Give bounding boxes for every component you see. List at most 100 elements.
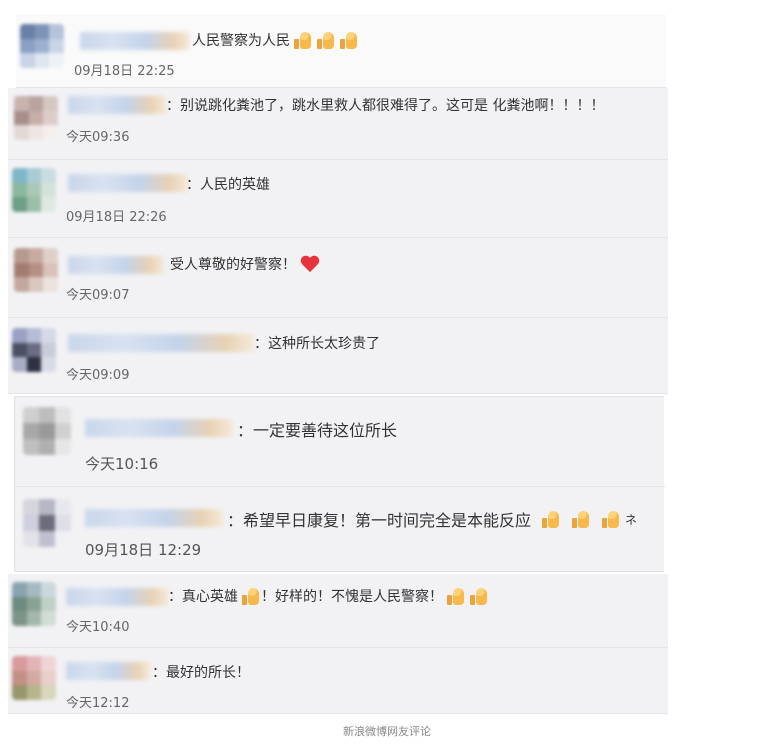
comment-time: 09月18日 12:29: [85, 541, 202, 559]
thumbs-up-icon: [241, 587, 261, 605]
avatar-pixel: [14, 125, 29, 140]
comment-time: 09月18日 22:26: [66, 210, 167, 225]
avatar[interactable]: [12, 656, 56, 700]
avatar-pixel: [12, 182, 27, 198]
avatar-pixel: [41, 670, 56, 686]
comment-card: 受人尊敬的好警察！ 今天09:07: [8, 238, 668, 318]
thumbs-up-icon: [293, 31, 313, 49]
avatar-pixel: [49, 53, 64, 68]
avatar-pixel: [12, 611, 27, 626]
avatar-pixel: [39, 499, 55, 515]
thumbs-up-icon: [469, 587, 489, 605]
avatar-pixel: [41, 611, 56, 626]
username[interactable]: [68, 96, 166, 114]
avatar[interactable]: [12, 582, 56, 626]
avatar-pixel: [39, 423, 55, 439]
comment-text: ：这种所长太珍贵了: [254, 336, 380, 352]
avatar-pixel: [23, 515, 39, 531]
avatar-pixel: [41, 182, 56, 198]
avatar[interactable]: [14, 248, 58, 292]
comment-card: ：希望早日康复！第一时间完全是本能反应 ネ 09月18日 12:29: [15, 487, 665, 573]
image-caption: 新浪微博网友评论: [343, 725, 431, 738]
avatar-pixel: [23, 423, 39, 439]
avatar-pixel: [39, 439, 55, 455]
thumbs-up-icon: [339, 31, 359, 49]
comment-time: 今天10:16: [85, 455, 159, 473]
thumbs-up-icon: [571, 510, 591, 528]
avatar[interactable]: [14, 96, 58, 140]
avatar-pixel: [12, 197, 27, 212]
avatar-pixel: [20, 38, 35, 54]
avatar-pixel: [41, 596, 56, 612]
avatar-pixel: [55, 499, 71, 515]
avatar-pixel: [49, 38, 64, 54]
avatar-pixel: [23, 407, 39, 423]
avatar-pixel: [43, 96, 58, 111]
thumbs-up-icon: [541, 510, 561, 528]
avatar-pixel: [14, 248, 29, 263]
comment-card: ：一定要善待这位所长 今天10:16: [15, 397, 665, 487]
avatar-pixel: [28, 248, 44, 263]
avatar-pixel: [26, 357, 42, 372]
avatar-pixel: [41, 197, 56, 212]
avatar-pixel: [12, 670, 27, 686]
username[interactable]: [68, 256, 164, 274]
avatar-pixel: [41, 685, 56, 700]
avatar-pixel: [23, 499, 39, 515]
avatar[interactable]: [23, 499, 71, 547]
avatar-pixel: [12, 168, 27, 183]
comment-card: ：人民的英雄 09月18日 22:26: [8, 160, 668, 238]
comment-card: ：最好的所长！ 今天12:12: [8, 648, 668, 714]
username[interactable]: [66, 662, 150, 680]
thumbs-up-icon: [446, 587, 466, 605]
username[interactable]: [80, 32, 190, 50]
avatar-pixel: [28, 277, 44, 292]
avatar-pixel: [26, 168, 42, 183]
avatar[interactable]: [23, 407, 71, 455]
comment-text: ：真心英雄 ！好样的！不愧是人民警察！: [168, 586, 489, 606]
username[interactable]: [68, 174, 188, 192]
avatar-pixel: [12, 596, 27, 612]
avatar-pixel: [28, 262, 44, 278]
avatar-pixel: [14, 277, 29, 292]
avatar-pixel: [26, 197, 42, 212]
avatar-pixel: [26, 342, 42, 358]
thumbs-up-icon: [601, 510, 621, 528]
avatar-pixel: [34, 38, 50, 54]
avatar-pixel: [26, 182, 42, 198]
avatar-pixel: [23, 439, 39, 455]
avatar-pixel: [23, 531, 39, 547]
comment-text: 人民警察为人民: [192, 30, 359, 50]
avatar-pixel: [39, 515, 55, 531]
avatar-pixel: [26, 582, 42, 597]
username[interactable]: [68, 334, 254, 352]
avatar-pixel: [55, 531, 71, 547]
thumbs-up-icon: [316, 31, 336, 49]
avatar-pixel: [20, 24, 35, 39]
username[interactable]: [85, 419, 233, 437]
avatar-pixel: [12, 685, 27, 700]
comment-card: ：别说跳化粪池了，跳水里救人都很难得了。这可是 化粪池啊！！！！ 今天09:36: [8, 88, 668, 160]
avatar-pixel: [41, 168, 56, 183]
comment-text: ：希望早日康复！第一时间完全是本能反应 ネ: [227, 510, 638, 530]
username[interactable]: [85, 509, 223, 527]
avatar-pixel: [26, 685, 42, 700]
comment-text: ：一定要善待这位所长: [237, 421, 398, 440]
avatar-pixel: [43, 262, 58, 278]
avatar-pixel: [34, 53, 50, 68]
username[interactable]: [66, 588, 168, 606]
avatar-pixel: [49, 24, 64, 39]
avatar-pixel: [14, 110, 29, 126]
avatar[interactable]: [20, 24, 64, 68]
comment-text: ：别说跳化粪池了，跳水里救人都很难得了。这可是 化粪池啊！！！！: [166, 98, 605, 114]
comment-text: 受人尊敬的好警察！: [170, 254, 320, 274]
comment-time: 今天09:07: [66, 288, 130, 303]
comment-time: 今天09:36: [66, 130, 130, 145]
avatar-pixel: [12, 656, 27, 671]
avatar[interactable]: [12, 328, 56, 372]
reply-group: ：一定要善待这位所长 今天10:16 ：希望早日康复！第一时间完全是本能反应 ネ…: [14, 396, 665, 573]
heart-icon: [300, 255, 320, 273]
avatar[interactable]: [12, 168, 56, 212]
avatar-pixel: [41, 357, 56, 372]
comment-time: 09月18日 22:25: [74, 64, 175, 79]
